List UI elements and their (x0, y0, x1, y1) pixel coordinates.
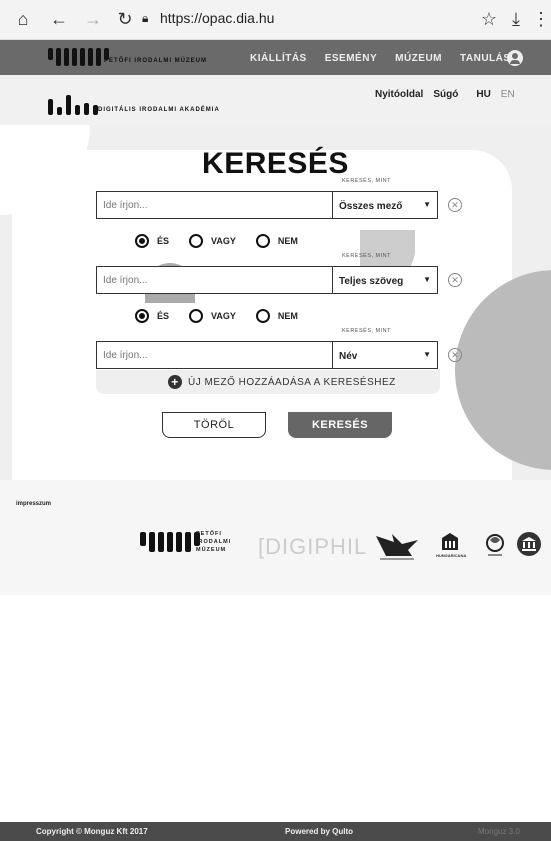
hungaricana-text: HUNGARICANA (436, 553, 467, 558)
mode-label: KERESÉS, MINT (342, 253, 391, 259)
bottom-bar: Copyright © Monguz Kft 2017 Powered by Q… (0, 822, 551, 841)
pim-line: IRODALMI (196, 539, 232, 545)
clear-button[interactable]: TÖRÖL (162, 412, 266, 438)
plus-icon: + (168, 375, 182, 389)
mode-label: KERESÉS, MINT (342, 178, 391, 184)
pim-logo-text: PETŐFI IRODALMI MÚZEUM (104, 58, 207, 64)
field-type-value: Összes mező (339, 201, 403, 212)
search-button[interactable]: KERESÉS (288, 412, 392, 438)
footer-partners: impresszum PETŐFI IRODALMI MÚZEUM [DIGIP… (0, 480, 551, 595)
field-type-select-3[interactable]: Név ▼ (332, 341, 438, 369)
radio-and[interactable]: ÉS (135, 234, 169, 248)
dropdown-arrow-icon: ▼ (423, 350, 431, 359)
radio-icon (135, 234, 149, 248)
search-row-1: KERESÉS, MINT Összes mező ▼ (96, 178, 442, 219)
clear-field-icon[interactable]: ✕ (448, 348, 462, 362)
field-type-select-2[interactable]: Teljes szöveg ▼ (332, 266, 438, 294)
nav-item-kiallitas[interactable]: KIÁLLÍTÁS (250, 53, 307, 64)
radio-not[interactable]: NEM (255, 309, 298, 323)
search-input-3[interactable] (96, 341, 332, 369)
radio-icon (189, 309, 204, 323)
field-type-value: Név (339, 351, 358, 362)
download-icon[interactable]: ⤓ (505, 8, 527, 30)
pim-logo[interactable] (48, 48, 109, 66)
main-nav: KIÁLLÍTÁS ESEMÉNY MÚZEUM TANULÁS (250, 53, 511, 64)
home-icon[interactable]: ⌂ (12, 8, 34, 30)
search-panel: KERESÉS KERESÉS, MINT Összes mező ▼ ✕ ÉS… (0, 125, 551, 480)
page-title: KERESÉS (202, 147, 349, 180)
eagle-logo[interactable] (374, 532, 420, 562)
dropdown-arrow-icon: ▼ (423, 275, 431, 284)
back-icon[interactable]: ← (48, 8, 70, 30)
search-input-2[interactable] (96, 266, 332, 294)
site-nav-bar: PETŐFI IRODALMI MÚZEUM KIÁLLÍTÁS ESEMÉNY… (0, 40, 551, 75)
url-bar[interactable]: https://opac.dia.hu (160, 10, 274, 26)
search-row-3: KERESÉS, MINT Név ▼ (96, 328, 442, 369)
digiphil-logo[interactable]: [DIGIPHIL (258, 534, 367, 560)
library-icon[interactable] (517, 532, 541, 556)
link-help[interactable]: Súgó (433, 89, 458, 100)
radio-label: VAGY (211, 236, 236, 246)
add-field-label: ÚJ MEZŐ HOZZÁADÁSA A KERESÉSHEZ (188, 377, 396, 388)
radio-label: NEM (277, 311, 298, 321)
lang-en[interactable]: EN (501, 89, 515, 100)
forward-icon[interactable]: → (82, 8, 104, 30)
radio-and[interactable]: ÉS (135, 309, 169, 323)
field-type-value: Teljes szöveg (339, 276, 404, 287)
version-text: Monguz 3.0 (478, 827, 520, 836)
radio-label: VAGY (211, 311, 236, 321)
clear-field-icon[interactable]: ✕ (448, 273, 462, 287)
europeana-logo[interactable] (484, 532, 506, 562)
dia-logo[interactable] (48, 95, 98, 115)
radio-label: ÉS (157, 311, 170, 321)
menu-icon[interactable]: ⋮ (530, 8, 551, 30)
copyright-text: Copyright © Monguz Kft 2017 (36, 827, 148, 836)
pim-footer-text: PETŐFI IRODALMI MÚZEUM (196, 530, 231, 554)
lang-hu[interactable]: HU (476, 89, 490, 100)
browser-toolbar: ⌂ ← → ↻ 🔒︎ https://opac.dia.hu ☆ ⤓ ⋮ (0, 0, 551, 40)
lock-icon: 🔒︎ (142, 11, 149, 25)
impresszum-link[interactable]: impresszum (16, 501, 51, 507)
sub-header: DIGITÁLIS IRODALMI AKADÉMIA Nyitóoldal S… (0, 75, 551, 125)
field-type-select-1[interactable]: Összes mező ▼ (332, 191, 438, 219)
radio-icon (135, 309, 149, 323)
mode-label: KERESÉS, MINT (342, 328, 391, 334)
search-row-2: KERESÉS, MINT Teljes szöveg ▼ (96, 253, 442, 294)
sub-links: Nyitóoldal Súgó HU EN (375, 89, 515, 100)
reload-icon[interactable]: ↻ (114, 8, 136, 30)
pim-footer-logo[interactable] (140, 532, 200, 552)
powered-by-text[interactable]: Powered by Qulto (285, 827, 353, 836)
radio-label: NEM (277, 236, 298, 246)
user-icon[interactable] (507, 50, 523, 66)
dropdown-arrow-icon: ▼ (423, 200, 431, 209)
search-input-1[interactable] (96, 191, 332, 219)
radio-icon (189, 234, 204, 248)
dia-logo-text: DIGITÁLIS IRODALMI AKADÉMIA (98, 107, 220, 113)
radio-label: ÉS (157, 236, 170, 246)
pim-line: PETŐFI (196, 531, 222, 537)
operator-group-1: ÉS VAGY NEM (135, 234, 298, 248)
radio-icon (255, 309, 270, 323)
radio-icon (255, 234, 270, 248)
link-home[interactable]: Nyitóoldal (375, 89, 423, 100)
radio-not[interactable]: NEM (255, 234, 298, 248)
radio-or[interactable]: VAGY (189, 309, 236, 323)
star-icon[interactable]: ☆ (478, 8, 500, 30)
hungaricana-logo[interactable] (440, 532, 460, 552)
pim-line: MÚZEUM (196, 547, 227, 553)
add-field-button[interactable]: + ÚJ MEZŐ HOZZÁADÁSA A KERESÉSHEZ (96, 370, 440, 394)
nav-item-esemeny[interactable]: ESEMÉNY (325, 53, 377, 64)
nav-item-tanulas[interactable]: TANULÁS (460, 53, 511, 64)
radio-or[interactable]: VAGY (189, 234, 236, 248)
nav-item-muzeum[interactable]: MÚZEUM (395, 53, 442, 64)
clear-field-icon[interactable]: ✕ (448, 198, 462, 212)
operator-group-2: ÉS VAGY NEM (135, 309, 298, 323)
